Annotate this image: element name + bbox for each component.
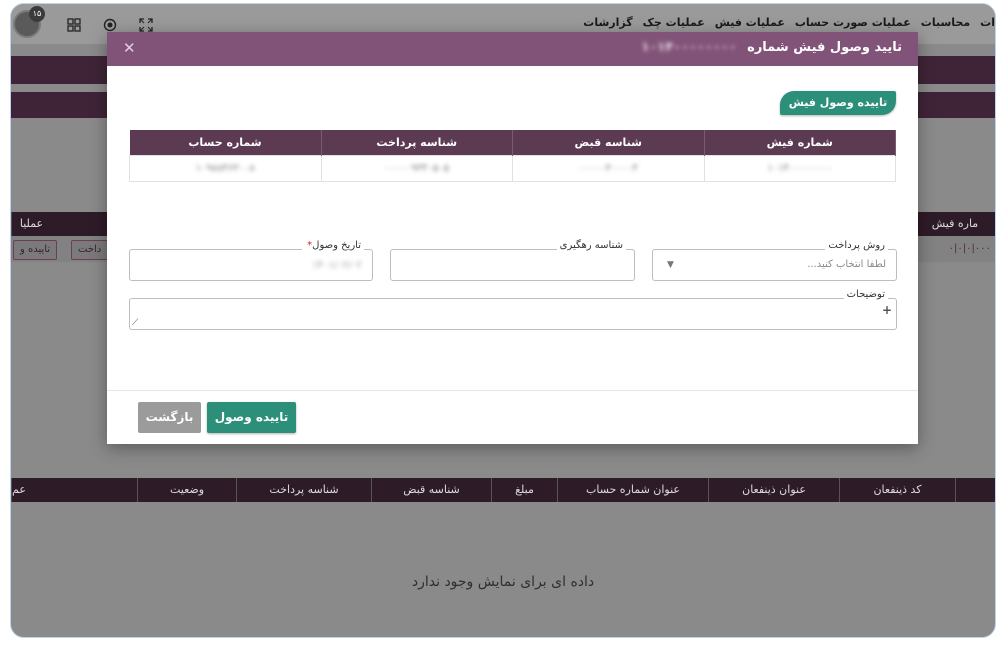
dialog-header: تایید وصول فیش شماره ۱۰۱۴۰۰۰۰۰۰۰۰ ✕ xyxy=(107,32,918,66)
receive-date-field[interactable]: تاریخ وصول* ۱۴۰۱/۰۲/۰۲ xyxy=(129,240,373,281)
close-icon[interactable]: ✕ xyxy=(123,39,136,57)
confirm-receipt-tag: تاییده وصول فیش xyxy=(780,91,896,115)
empty-state-message: داده ای برای نمایش وجود ندارد xyxy=(411,574,595,590)
bg-row-value: ۰|۰|۰|۰۰۰ xyxy=(948,243,991,254)
apps-grid-icon[interactable] xyxy=(67,18,81,32)
back-button[interactable]: بازگشت xyxy=(138,402,201,433)
bg-col-account-title: عنوان شماره حساب xyxy=(557,478,708,502)
cell-bill-id-value: ۰۰۰۰۰۳۰۰۰۰۳ xyxy=(578,162,638,174)
bg-col-status: وضعیت xyxy=(137,478,236,502)
bg-confirm-button[interactable]: تاییده و xyxy=(13,240,58,260)
bg-col-beneficiary-code: کد ذینفعان xyxy=(839,478,955,502)
bg-col-ops2-label: عم xyxy=(12,483,26,496)
table-row: ۱۰۹۸۸۴۶۳۰۰۸ ۰۰۰۰۰۹۳۴۰۵۰۵ ۰۰۰۰۰۳۰۰۰۰۳ ۱۰۱… xyxy=(129,154,896,182)
main-menu: ات محاسبات عملیات صورت حساب عملیات فیش ع… xyxy=(583,16,995,29)
th-account-number: شماره حساب xyxy=(129,130,322,155)
bg-col-payment-id: شناسه پرداخت xyxy=(236,478,371,502)
bg-col-receipt-number: ماره فیش xyxy=(931,217,979,230)
background-table2-header: کد ذینفعان عنوان ذینفعان عنوان شماره حسا… xyxy=(11,478,995,502)
bg-col-beneficiary-title: عنوان ذینفعان xyxy=(708,478,839,502)
record-icon[interactable] xyxy=(103,18,117,32)
bg-col-checkbox xyxy=(955,478,995,502)
receive-date-label: تاریخ وصول* xyxy=(302,240,364,251)
th-payment-id: شناسه پرداخت xyxy=(321,130,513,155)
description-textarea[interactable]: توضیحات + ⟋ xyxy=(129,289,897,330)
menu-item-statement-ops[interactable]: عملیات صورت حساب xyxy=(795,16,911,29)
cell-receipt-number-value: ۱۰۱۴۰۰۰۰۰۰۰۰ xyxy=(767,162,832,174)
cell-account-number: ۱۰۹۸۸۴۶۳۰۰۸ xyxy=(129,154,322,182)
bg-col-ops2: عم xyxy=(11,478,139,502)
cell-payment-id-value: ۰۰۰۰۰۹۳۴۰۵۰۵ xyxy=(384,162,449,174)
cell-receipt-number: ۱۰۱۴۰۰۰۰۰۰۰۰ xyxy=(703,154,896,182)
menu-item-reports[interactable]: گزارشات xyxy=(583,16,632,29)
dialog-title-number: ۱۰۱۴۰۰۰۰۰۰۰۰ xyxy=(641,40,737,55)
bg-col-ops: عملیا xyxy=(11,212,51,236)
menu-item-check-ops[interactable]: عملیات چک xyxy=(643,16,705,29)
menu-item-receipt-ops[interactable]: عملیات فیش xyxy=(715,16,785,29)
payment-method-select[interactable]: روش پرداخت لطفا انتخاب کنید... ▼ xyxy=(652,240,897,281)
cell-payment-id: ۰۰۰۰۰۹۳۴۰۵۰۵ xyxy=(320,154,513,182)
th-bill-id: شناسه قبض xyxy=(512,130,705,155)
menu-item-ops[interactable]: ات xyxy=(980,16,995,29)
dialog-title: تایید وصول فیش شماره ۱۰۱۴۰۰۰۰۰۰۰۰ xyxy=(641,40,902,55)
receive-date-value: ۱۴۰۱/۰۲/۰۲ xyxy=(312,260,362,271)
payment-method-placeholder: لطفا انتخاب کنید... xyxy=(807,259,886,270)
dialog-title-text: تایید وصول فیش شماره xyxy=(747,40,902,55)
th-receipt-number: شماره فیش xyxy=(704,130,896,155)
receive-date-label-text: تاریخ وصول xyxy=(312,240,361,251)
bg-col-amount: مبلغ xyxy=(491,478,557,502)
cell-account-number-value: ۱۰۹۸۸۴۶۳۰۰۸ xyxy=(195,162,255,174)
fullscreen-icon[interactable] xyxy=(139,18,153,32)
menu-item-accounting[interactable]: محاسبات xyxy=(921,16,970,29)
cell-bill-id: ۰۰۰۰۰۳۰۰۰۰۳ xyxy=(512,154,705,182)
payment-method-label: روش پرداخت xyxy=(825,240,888,251)
description-label: توضیحات xyxy=(843,289,888,300)
bg-payment-button[interactable]: داخت xyxy=(71,240,109,260)
resize-handle-icon[interactable]: ⟋ xyxy=(132,318,138,328)
notification-badge: ۱۵ xyxy=(29,6,45,22)
tracking-id-label: شناسه رهگیری xyxy=(556,240,626,251)
dialog-footer: تاییده وصول بازگشت xyxy=(107,390,918,444)
confirm-receipt-button[interactable]: تاییده وصول xyxy=(207,402,296,433)
plus-icon[interactable]: + xyxy=(882,303,892,317)
bg-col-bill-id: شناسه قبض xyxy=(371,478,491,502)
receipt-info-table: شماره حساب شناسه پرداخت شناسه قبض شماره … xyxy=(129,130,896,182)
tracking-id-field[interactable]: شناسه رهگیری xyxy=(390,240,635,281)
chevron-down-icon: ▼ xyxy=(667,260,674,270)
confirm-receipt-dialog: تایید وصول فیش شماره ۱۰۱۴۰۰۰۰۰۰۰۰ ✕ تایی… xyxy=(107,32,918,444)
